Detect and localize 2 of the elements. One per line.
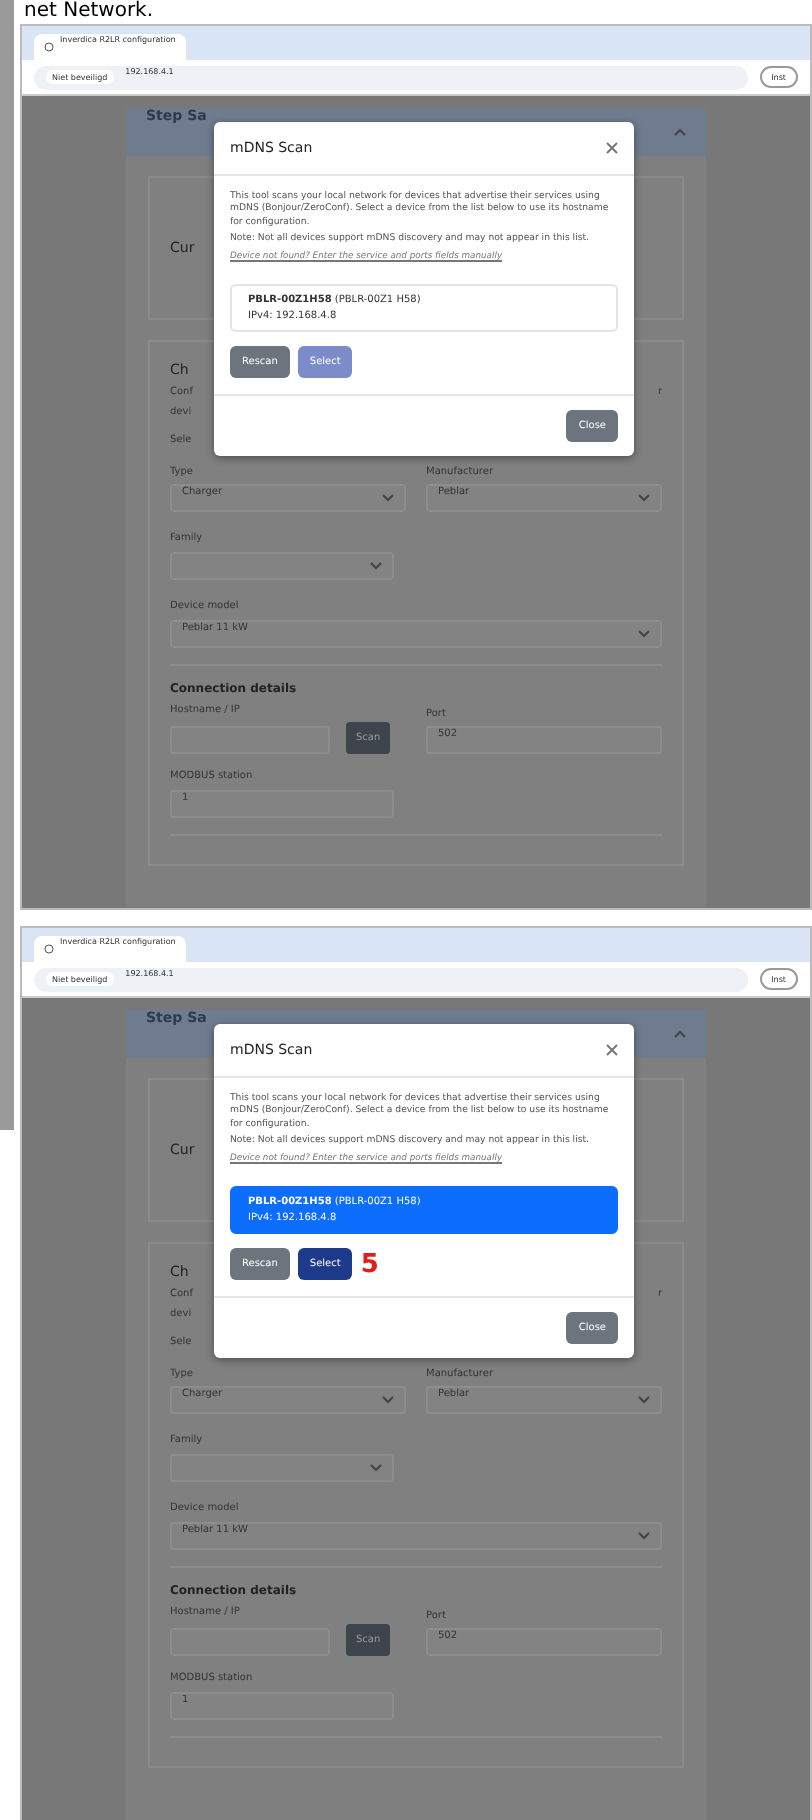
step-number: 5: [360, 1251, 379, 1278]
page-heading: net Network.: [24, 0, 154, 24]
